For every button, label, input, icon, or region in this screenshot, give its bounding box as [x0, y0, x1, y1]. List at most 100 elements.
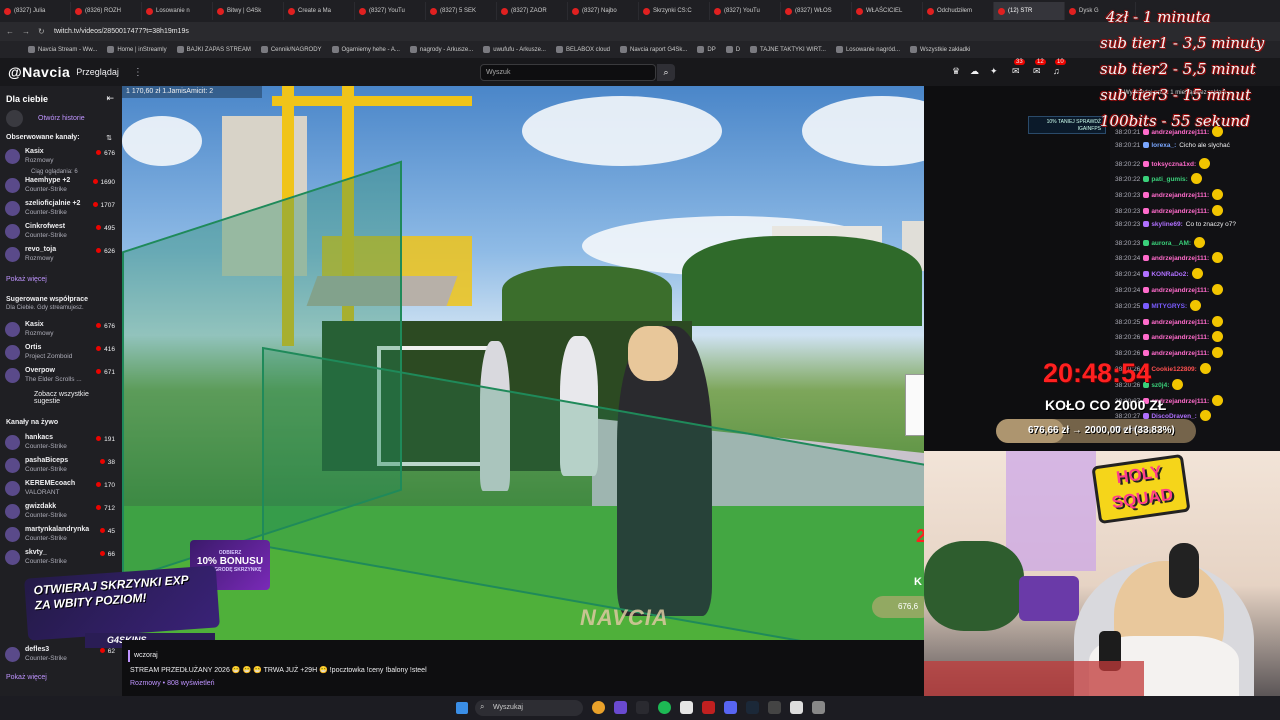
bookmark-icon	[28, 45, 35, 53]
sidebar-channel[interactable]: revo_toja Rozmowy 626	[5, 244, 117, 267]
browser-tab[interactable]: (8327) Najbo	[568, 2, 639, 20]
sidebar-channel[interactable]: Kasix Rozmowy 676	[5, 319, 117, 342]
sidebar-channel[interactable]: KEREMEcoach VALORANT 170	[5, 478, 117, 501]
bookmark-item[interactable]: TAJNE TAKTYKI WIRT...	[750, 45, 826, 53]
chat-username[interactable]: andrzejandrzej111:	[1151, 255, 1209, 262]
more-icon[interactable]: ⋮	[133, 67, 143, 78]
bookmark-item[interactable]: Losowanie nagród...	[835, 45, 900, 53]
app-icon[interactable]	[790, 701, 803, 714]
browser-tab[interactable]: Bitwy | G4Sk	[213, 2, 284, 20]
chat-username[interactable]: toksyczna1xd:	[1151, 161, 1196, 168]
url-field[interactable]: twitch.tv/videos/2850017477?t=38h19m19s	[54, 28, 189, 35]
spotify-icon[interactable]	[658, 701, 671, 714]
chat-username[interactable]: lorexa_:	[1151, 142, 1176, 149]
crown-icon[interactable]: ♛	[952, 66, 960, 77]
discord-icon[interactable]	[724, 701, 737, 714]
browser-tab[interactable]: (8326) ROZH	[71, 2, 142, 20]
bookmark-item[interactable]: Cennik/NAGRODY	[260, 45, 322, 53]
show-more-live[interactable]: Pokaż więcej	[6, 674, 47, 681]
bookmark-item[interactable]: nagrody - Arkusze...	[409, 45, 473, 53]
chat-username[interactable]: Cookie122809:	[1151, 366, 1197, 373]
sidebar-channel[interactable]: Kasix Rozmowy 676	[5, 146, 117, 169]
sidebar-channel[interactable]: hankacs Counter-Strike 191	[5, 432, 117, 455]
browser-tab[interactable]: Odchudziłem	[923, 2, 994, 20]
bookmark-item[interactable]: D	[725, 45, 740, 53]
browser-tab[interactable]: (8327) YouTu	[710, 2, 781, 20]
browser-tab[interactable]: (8327) YouTu	[355, 2, 426, 20]
sidebar-channel[interactable]: Haemhype +2 Counter-Strike 1690	[5, 175, 117, 198]
app-icon[interactable]	[702, 701, 715, 714]
sidebar-channel[interactable]: Ortis Project Zomboid 416	[5, 342, 117, 365]
steam-icon[interactable]	[746, 701, 759, 714]
windows-start-icon[interactable]	[456, 702, 468, 714]
browser-tab[interactable]: (8327) WŁOS	[781, 2, 852, 20]
collapse-sidebar-icon[interactable]: ⇤	[106, 93, 114, 104]
bookmark-item[interactable]: Wszystkie zakładki	[910, 45, 970, 53]
sidebar-channel[interactable]: Cinkrofwest Counter-Strike 495	[5, 221, 117, 244]
chat-username[interactable]: andrzejandrzej111:	[1151, 208, 1209, 215]
bookmark-item[interactable]: BELABOX cloud	[555, 45, 610, 53]
chat-username[interactable]: andrzejandrzej111:	[1151, 192, 1209, 199]
browser-tab[interactable]: Create a Ma	[284, 2, 355, 20]
see-all-suggestions[interactable]: Zobacz wszystkie sugestie	[34, 391, 94, 405]
browser-tab[interactable]: Skrzynki CS:C	[639, 2, 710, 20]
notifications-icon[interactable]: ♫	[1053, 66, 1060, 76]
app-icon[interactable]	[812, 701, 825, 714]
bookmark-item[interactable]: Home | inStreamly	[107, 45, 167, 53]
bookmark-item[interactable]: Navcia raport G4Sk...	[620, 45, 687, 53]
browser-tab[interactable]: (8327) 5 SEK	[426, 2, 497, 20]
inbox-icon[interactable]: ✉	[1012, 66, 1020, 77]
sponsor-badge[interactable]: 10% TANIEJ SPRAWDŹ IGAINFPS	[1028, 116, 1106, 134]
browser-tab[interactable]: WŁAŚCICIEL	[852, 2, 923, 20]
chat-username[interactable]: KONRaDo2:	[1151, 271, 1188, 278]
brand-logo[interactable]: @Navcia	[8, 64, 70, 80]
search-icon[interactable]: ⌕	[657, 64, 675, 81]
obs-icon[interactable]	[636, 701, 649, 714]
sidebar-channel[interactable]: martynkalandrynka Counter-Strike 45	[5, 524, 117, 547]
chat-username[interactable]: pati_gumis:	[1151, 176, 1187, 183]
back-icon[interactable]: ←	[6, 27, 14, 36]
sub-badge-icon	[1143, 302, 1150, 309]
chrome-icon[interactable]	[592, 701, 605, 714]
reload-icon[interactable]: ↻	[38, 27, 46, 36]
sidebar-channel[interactable]: Overpow The Elder Scrolls ... 671	[5, 365, 117, 388]
video-category-views[interactable]: Rozmowy • 808 wyświetleń	[130, 680, 215, 687]
emote-icon	[1172, 378, 1184, 390]
forward-icon[interactable]: →	[22, 27, 30, 36]
chat-username[interactable]: sz0j4:	[1151, 382, 1169, 389]
chat-username[interactable]: skyline69:	[1151, 221, 1182, 228]
chat-username[interactable]: andrzejandrzej111:	[1151, 287, 1209, 294]
chat-username[interactable]: andrzejandrzej111:	[1151, 350, 1209, 357]
app-icon[interactable]	[768, 701, 781, 714]
bookmark-item[interactable]: Ogarniemy hehe - A...	[331, 45, 400, 53]
search-input[interactable]: Wyszuk	[480, 64, 656, 81]
show-more-followed[interactable]: Pokaż więcej	[6, 276, 47, 283]
browse-link[interactable]: Przeglądaj	[76, 67, 119, 77]
bookmark-item[interactable]: DP	[697, 45, 716, 53]
app-icon[interactable]	[680, 701, 693, 714]
sidebar-channel[interactable]: pashaBiceps Counter-Strike 38	[5, 455, 117, 478]
bookmark-item[interactable]: BAJKI ZAPAS STREAM	[176, 45, 251, 53]
sort-icon[interactable]: ⇅	[106, 134, 112, 142]
drops-icon[interactable]: ✦	[990, 66, 998, 77]
viewer-count: 45	[100, 528, 115, 535]
bookmark-item[interactable]: uwufufu - Arkusze...	[483, 45, 546, 53]
chat-username[interactable]: andrzejandrzej111:	[1151, 319, 1209, 326]
app-icon[interactable]	[614, 701, 627, 714]
taskbar-search[interactable]: Wyszukaj	[475, 700, 583, 716]
open-history-link[interactable]: Otwórz historie	[38, 115, 85, 122]
browser-tab[interactable]: (8327) Julia	[0, 2, 71, 20]
chat-username[interactable]: andrzejandrzej111:	[1151, 334, 1209, 341]
whisper-icon[interactable]: ✉	[1033, 66, 1041, 77]
prime-icon[interactable]: ☁	[970, 66, 979, 77]
browser-tab[interactable]: (12) STR	[994, 2, 1065, 20]
sidebar-channel[interactable]: gwizdakk Counter-Strike 712	[5, 501, 117, 524]
sidebar-channel[interactable]: szelioficjalnie +2 Counter-Strike 1707	[5, 198, 117, 221]
chat-username[interactable]: aurora__AM:	[1151, 240, 1191, 247]
browser-tab[interactable]: (8327) ZAOR	[497, 2, 568, 20]
bookmark-item[interactable]: Navcia Stream - Ww...	[28, 45, 97, 53]
chat-username[interactable]: MITYGRYS:	[1151, 303, 1187, 310]
browser-tab[interactable]: Losowanie n	[142, 2, 213, 20]
sidebar-channel[interactable]: skvty_ Counter-Strike 66	[5, 547, 117, 570]
bookmark-icon	[835, 45, 843, 53]
